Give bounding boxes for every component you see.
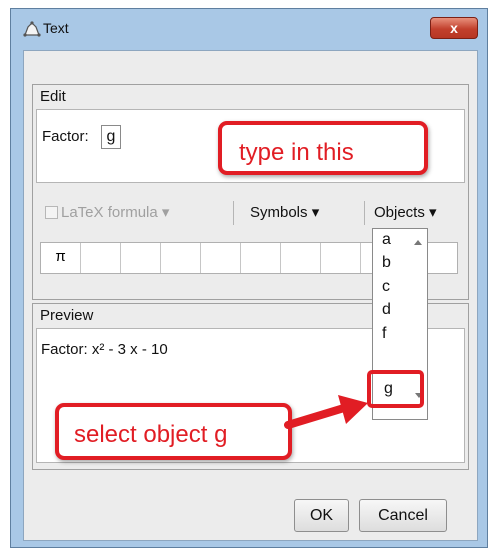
toolbar-separator — [364, 201, 365, 225]
chevron-down-icon: ▾ — [429, 204, 437, 221]
preview-text: Factor: x² - 3 x - 10 — [41, 341, 168, 358]
dropdown-item-c[interactable]: c — [382, 278, 390, 296]
scroll-up-icon[interactable] — [413, 233, 423, 251]
edit-field-label: Factor: — [42, 128, 89, 145]
toolbar-separator — [233, 201, 234, 225]
dialog-client-area: Edit Factor: g LaTeX formula ▾ Symbols ▾… — [23, 50, 478, 541]
symbol-cell[interactable] — [241, 243, 281, 273]
latex-formula-text: LaTeX formula — [61, 204, 158, 221]
latex-formula-label[interactable]: LaTeX formula ▾ — [61, 203, 169, 221]
latex-checkbox[interactable] — [45, 206, 58, 219]
symbol-cell[interactable] — [121, 243, 161, 273]
chevron-down-icon: ▾ — [161, 204, 170, 221]
callout-arrow-icon — [284, 395, 368, 429]
chevron-down-icon: ▾ — [311, 204, 320, 221]
dropdown-item-a[interactable]: a — [382, 231, 391, 249]
pi-symbol: π — [55, 248, 66, 265]
symbol-cell[interactable] — [281, 243, 321, 273]
object-input-box[interactable]: g — [101, 125, 121, 149]
dropdown-item-b[interactable]: b — [382, 254, 391, 272]
text-dialog-window: Text x Edit Factor: g LaTeX formula ▾ Sy… — [10, 8, 488, 548]
cancel-button[interactable]: Cancel — [359, 499, 447, 532]
close-button[interactable]: x — [430, 17, 478, 39]
symbol-cell[interactable] — [81, 243, 121, 273]
select-object-text: select object g — [74, 421, 228, 448]
objects-label: Objects — [374, 204, 425, 221]
symbols-label: Symbols — [250, 204, 308, 221]
type-in-this-callout: type in this — [218, 121, 428, 175]
type-in-this-text: type in this — [239, 139, 354, 166]
ok-button[interactable]: OK — [294, 499, 349, 532]
symbol-pi-cell[interactable]: π — [41, 243, 81, 273]
symbol-cell[interactable] — [161, 243, 201, 273]
text-tool-icon — [23, 21, 41, 37]
select-object-callout: select object g — [55, 403, 292, 460]
dropdown-item-f[interactable]: f — [382, 325, 386, 343]
objects-menu-button[interactable]: Objects ▾ — [374, 203, 437, 221]
symbol-cell[interactable] — [321, 243, 361, 273]
edit-heading: Edit — [40, 88, 66, 105]
preview-heading: Preview — [40, 307, 94, 324]
window-title: Text — [43, 20, 69, 36]
close-icon: x — [450, 20, 458, 36]
symbols-menu-button[interactable]: Symbols ▾ — [250, 203, 319, 221]
dropdown-item-d[interactable]: d — [382, 301, 391, 319]
symbol-cell[interactable] — [201, 243, 241, 273]
title-bar: Text x — [11, 9, 487, 45]
